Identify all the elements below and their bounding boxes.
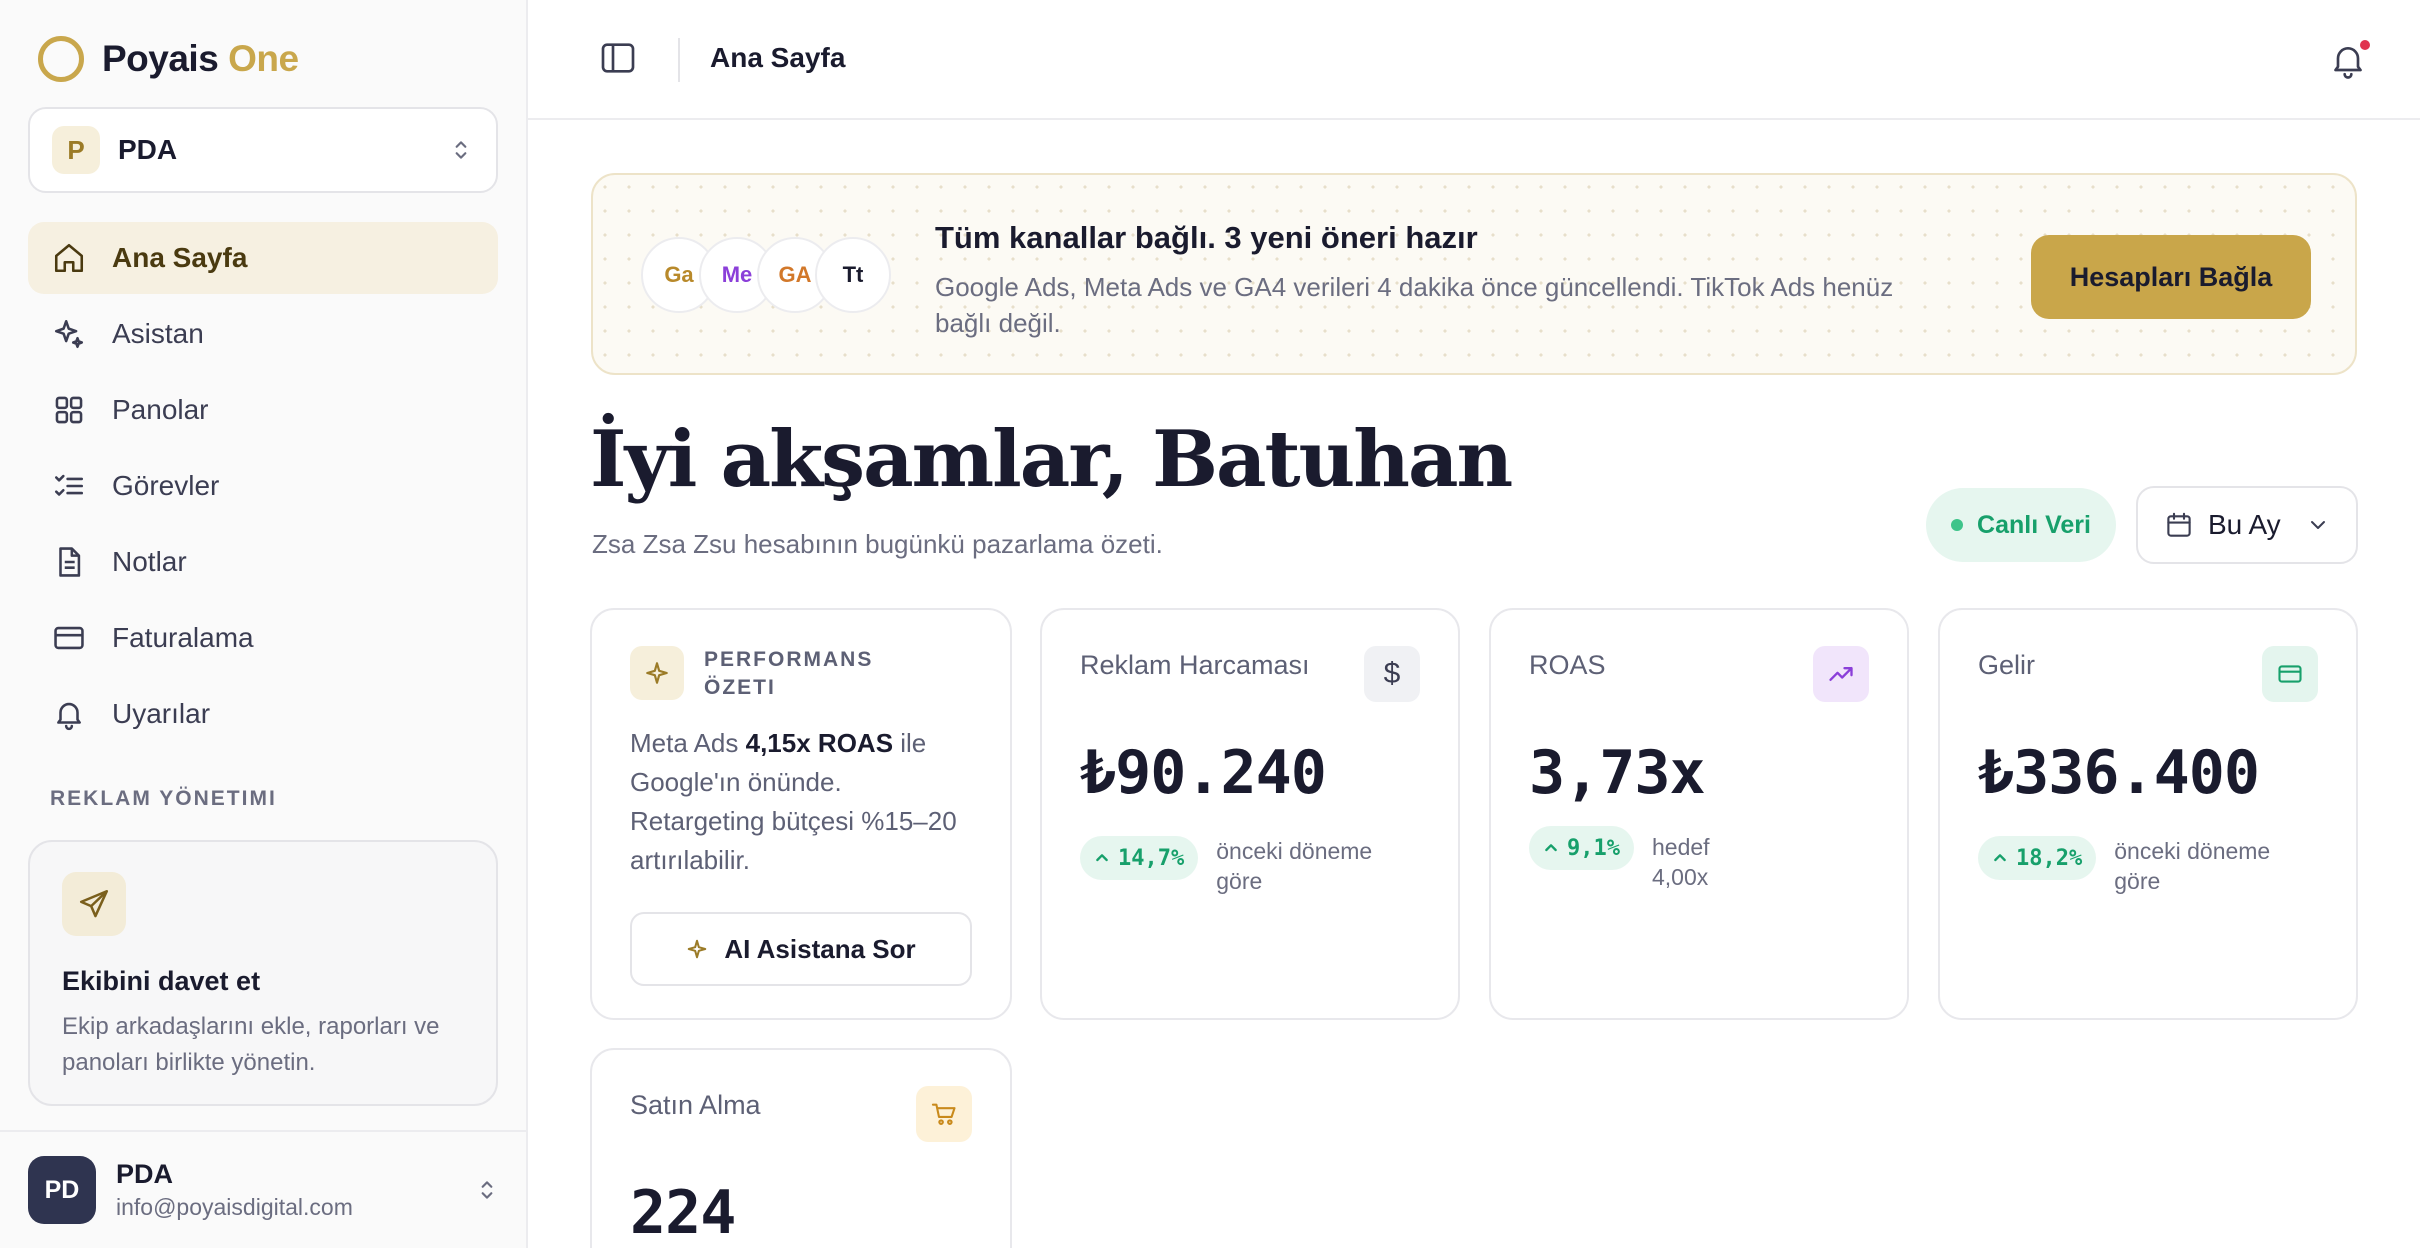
sidebar-item-gorevler[interactable]: Görevler — [28, 450, 498, 522]
workspace-name: PDA — [118, 134, 178, 165]
trend-badge: 18,2% — [1978, 836, 2097, 880]
notification-dot — [2360, 40, 2370, 50]
sidebar-item-label: Notlar — [112, 546, 187, 577]
user-email: info@poyaisdigital.com — [116, 1194, 353, 1220]
period-select[interactable]: Bu Ay — [2136, 486, 2358, 564]
metric-value: 3,73x — [1529, 738, 1706, 808]
brand-logo[interactable]: Poyais One — [38, 36, 299, 82]
period-label: Bu Ay — [2208, 509, 2281, 540]
trend-note: hedef 4,00x — [1651, 834, 1710, 890]
sparkle-icon — [630, 646, 684, 700]
grid-icon — [55, 396, 83, 424]
channels-banner: Ga Me GA Tt Tüm kanallar bağlı. 3 yeni ö… — [591, 173, 2357, 375]
metric-value: ₺90.240 — [1080, 738, 1327, 808]
user-menu[interactable]: PD PDA info@poyaisdigital.com — [0, 1130, 528, 1248]
performance-summary-text: Meta Ads 4,15x ROAS ile Google'ın önünde… — [630, 728, 957, 875]
live-dot-icon — [1951, 519, 1964, 531]
live-data-badge: Canlı Veri — [1926, 488, 2116, 562]
trend-note: önceki döneme göre — [1216, 838, 1373, 894]
invite-text: Ekip arkadaşlarını ekle, raporları ve pa… — [62, 1013, 440, 1076]
chevron-up-icon — [1545, 844, 1557, 852]
trend-badge: 9,1% — [1529, 826, 1634, 870]
banner-title: Tüm kanallar bağlı. 3 yeni öneri hazır — [935, 220, 1478, 255]
logo-ring-icon — [38, 36, 84, 82]
metric-card-roas[interactable]: ROAS 3,73x 9,1% hedef 4,00x — [1489, 608, 1909, 1020]
page-title: Ana Sayfa — [710, 42, 846, 73]
section-label-ads: REKLAM YÖNETIMI — [50, 787, 277, 810]
live-data-label: Canlı Veri — [1977, 510, 2091, 539]
calendar-icon — [2167, 512, 2191, 537]
invite-card[interactable]: Ekibini davet et Ekip arkadaşlarını ekle… — [28, 840, 498, 1106]
header-divider — [678, 38, 680, 82]
top-header: Ana Sayfa — [528, 0, 2420, 120]
cart-icon — [916, 1086, 972, 1142]
home-icon — [54, 243, 84, 273]
credit-card-icon — [2262, 646, 2318, 702]
channel-avatars: Ga Me GA Tt — [641, 237, 891, 313]
trend-badge: 14,7% — [1080, 836, 1199, 880]
bell-icon — [57, 702, 81, 731]
checklist-icon — [54, 474, 84, 496]
connect-accounts-button[interactable]: Hesapları Bağla — [2031, 235, 2311, 319]
send-icon — [62, 872, 126, 936]
chevron-up-icon — [1994, 854, 2006, 862]
chevron-down-icon — [2311, 521, 2325, 529]
metric-title: Reklam Harcaması — [1080, 650, 1310, 680]
sidebar-item-label: Panolar — [112, 394, 209, 425]
workspace-badge: P — [52, 126, 100, 174]
invite-title: Ekibini davet et — [62, 966, 261, 996]
trend-note: önceki döneme göre — [2114, 838, 2271, 894]
ask-ai-assistant-button[interactable]: AI Asistana Sor — [630, 912, 972, 986]
dollar-icon: $ — [1364, 646, 1420, 702]
sidebar-item-notlar[interactable]: Notlar — [28, 526, 498, 598]
metric-title: Gelir — [1978, 650, 2036, 680]
sidebar-item-uyarilar[interactable]: Uyarılar — [28, 678, 498, 750]
chevron-up-down-icon — [455, 141, 467, 159]
avatar: PD — [28, 1156, 96, 1224]
sidebar-item-label: Faturalama — [112, 622, 254, 653]
metric-title: ROAS — [1529, 650, 1606, 680]
banner-text: Google Ads, Meta Ads ve GA4 verileri 4 d… — [935, 272, 1894, 338]
sidebar-item-faturalama[interactable]: Faturalama — [28, 602, 498, 674]
greeting-subtitle: Zsa Zsa Zsu hesabının bugünkü pazarlama … — [592, 529, 1163, 559]
trending-up-icon — [1813, 646, 1869, 702]
metric-value: ₺336.400 — [1978, 738, 2260, 808]
metric-card-ad-spend[interactable]: Reklam Harcaması $ ₺90.240 14,7% önceki … — [1040, 608, 1460, 1020]
metric-card-purchases[interactable]: Satın Alma 224 — [590, 1048, 1012, 1248]
performance-summary-label: PERFORMANS ÖZETI — [704, 648, 874, 699]
sidebar-item-label: Uyarılar — [112, 698, 211, 729]
document-icon — [59, 547, 81, 577]
sidebar: Poyais One P PDA Ana Sayfa Asistan Panol… — [0, 0, 528, 1248]
metric-card-revenue[interactable]: Gelir ₺336.400 18,2% önceki döneme göre — [1938, 608, 2358, 1020]
metric-value: 224 — [630, 1178, 736, 1248]
sidebar-nav: Ana Sayfa Asistan Panolar Görevler Notla… — [28, 222, 498, 754]
metric-title: Satın Alma — [630, 1090, 761, 1120]
brand-name: Poyais One — [102, 38, 299, 79]
sidebar-item-label: Asistan — [112, 318, 204, 349]
sidebar-item-label: Görevler — [112, 470, 220, 501]
workspace-switcher[interactable]: P PDA — [28, 107, 498, 193]
user-name: PDA — [116, 1159, 174, 1189]
sidebar-toggle-icon[interactable] — [598, 38, 638, 78]
sidebar-item-panolar[interactable]: Panolar — [28, 374, 498, 446]
credit-card-icon — [54, 626, 84, 650]
greeting-heading: İyi akşamlar, Batuhan — [590, 414, 1513, 505]
performance-summary-card: PERFORMANS ÖZETI Meta Ads 4,15x ROAS ile… — [590, 608, 1012, 1020]
sparkle-icon — [688, 939, 707, 959]
sidebar-item-ana-sayfa[interactable]: Ana Sayfa — [28, 222, 498, 294]
channel-tiktok: Tt — [815, 237, 891, 313]
sparkles-icon — [54, 319, 84, 349]
chevron-up-icon — [1096, 854, 1108, 862]
sidebar-item-asistan[interactable]: Asistan — [28, 298, 498, 370]
sidebar-item-label: Ana Sayfa — [112, 242, 248, 273]
chevron-up-down-icon — [481, 1181, 493, 1199]
